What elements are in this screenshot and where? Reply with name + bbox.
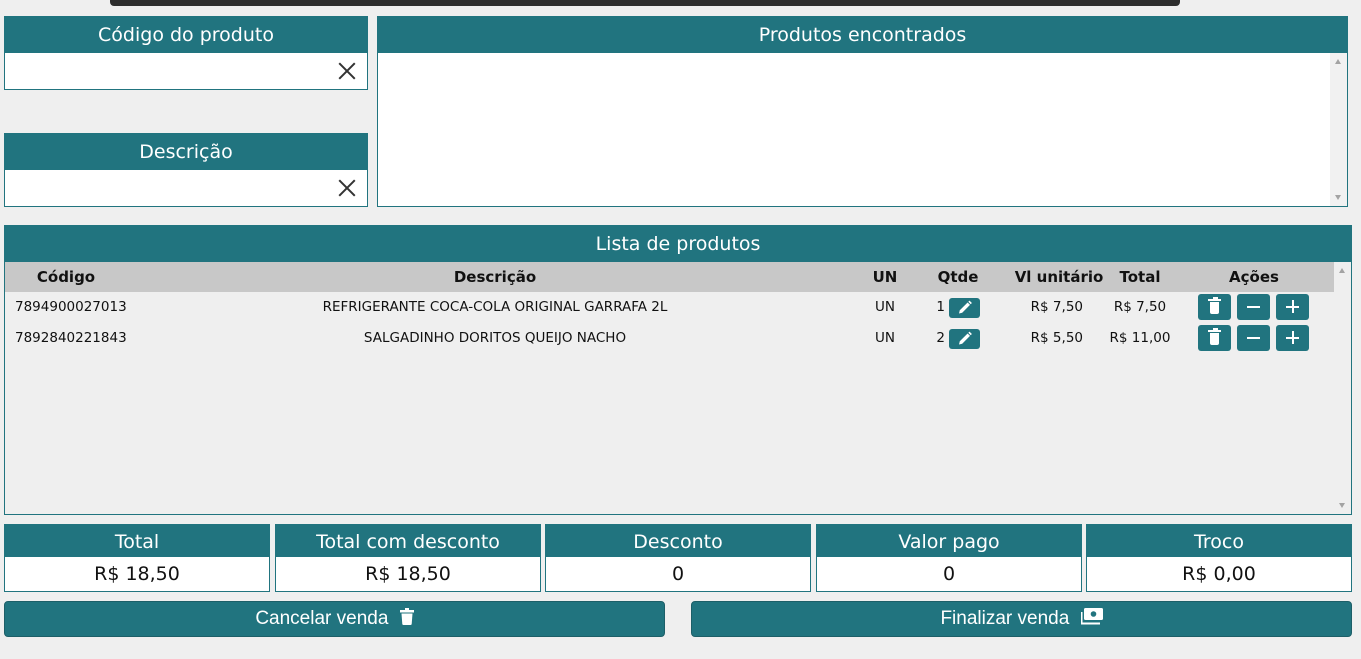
summary-total: Total R$ 18,50 [4,524,270,592]
summary-discount-label: Desconto [546,525,810,557]
pencil-icon [959,300,972,314]
column-header-unit: UN [872,268,898,286]
row-code: 7892840221843 [15,330,127,346]
money-bill-icon [1080,608,1103,625]
column-header-total: Total [1119,268,1161,286]
delete-item-button[interactable] [1198,325,1231,351]
column-header-qty: Qtde [937,268,979,286]
product-code-label: Código do produto [5,17,367,53]
summary-total-label: Total [5,525,269,557]
summary-total-with-discount-value: R$ 18,50 [276,557,540,591]
row-unit-price: R$ 5,50 [1030,330,1083,346]
cancel-sale-label: Cancelar venda [255,608,389,629]
table-header: Código Descrição UN Qtde Vl unitário Tot… [5,262,1334,292]
scroll-up-icon[interactable] [1339,268,1345,273]
found-products-scrollbar[interactable] [1330,53,1347,206]
summary-discount: Desconto 0 [545,524,811,592]
pencil-icon [959,331,972,345]
close-icon[interactable] [337,61,357,81]
trash-icon [399,608,414,626]
column-header-code: Código [36,268,96,286]
description-input[interactable] [5,170,367,206]
found-products-title: Produtos encontrados [378,17,1347,53]
row-description: SALGADINHO DORITOS QUEIJO NACHO [363,330,627,346]
summary-total-with-discount-label: Total com desconto [276,525,540,557]
row-code: 7894900027013 [15,299,127,315]
summary-change-label: Troco [1087,525,1351,557]
row-total: R$ 7,50 [1113,299,1167,315]
description-label: Descrição [5,134,367,170]
summary-amount-paid: Valor pago 0 [816,524,1082,592]
minus-icon [1247,306,1260,308]
row-qty: 1 [936,299,945,315]
decrease-qty-button[interactable] [1237,325,1270,351]
finish-sale-button[interactable]: Finalizar venda [691,601,1352,637]
row-unit: UN [875,299,895,315]
table-row: 7894900027013 REFRIGERANTE COCA-COLA ORI… [5,292,1334,323]
plus-icon [1286,331,1299,344]
trash-icon [1208,328,1221,345]
summary-change-value: R$ 0,00 [1087,557,1351,591]
scroll-down-icon[interactable] [1335,195,1341,200]
summary-amount-paid-value[interactable]: 0 [817,557,1081,591]
summary-discount-value[interactable]: 0 [546,557,810,591]
increase-qty-button[interactable] [1276,325,1309,351]
scroll-down-icon[interactable] [1339,503,1345,508]
row-total: R$ 11,00 [1109,330,1171,346]
product-list-panel: Lista de produtos Código Descrição UN Qt… [4,225,1352,515]
product-code-input[interactable] [5,53,367,89]
product-list-title: Lista de produtos [5,226,1351,262]
decrease-qty-button[interactable] [1237,294,1270,320]
window-top-bar [110,0,1180,6]
finish-sale-label: Finalizar venda [940,608,1070,629]
cancel-sale-button[interactable]: Cancelar venda [4,601,665,637]
row-unit: UN [875,330,895,346]
row-unit-price: R$ 7,50 [1030,299,1083,315]
delete-item-button[interactable] [1198,294,1231,320]
summary-amount-paid-label: Valor pago [817,525,1081,557]
row-description: REFRIGERANTE COCA-COLA ORIGINAL GARRAFA … [322,299,668,315]
product-code-panel: Código do produto [4,16,368,90]
edit-qty-button[interactable] [949,329,980,349]
trash-icon [1208,297,1221,314]
minus-icon [1247,337,1260,339]
scroll-up-icon[interactable] [1335,59,1341,64]
edit-qty-button[interactable] [949,298,980,318]
column-header-actions: Ações [1229,268,1279,286]
column-header-unit-price: Vl unitário [1014,268,1104,286]
summary-change: Troco R$ 0,00 [1086,524,1352,592]
table-row: 7892840221843 SALGADINHO DORITOS QUEIJO … [5,323,1334,354]
summary-total-value: R$ 18,50 [5,557,269,591]
column-header-description: Descrição [453,268,537,286]
increase-qty-button[interactable] [1276,294,1309,320]
close-icon[interactable] [337,178,357,198]
product-list-scrollbar[interactable] [1334,262,1351,514]
description-panel: Descrição [4,133,368,207]
row-qty: 2 [936,330,945,346]
found-products-panel: Produtos encontrados [377,16,1348,207]
plus-icon [1286,300,1299,313]
summary-total-with-discount: Total com desconto R$ 18,50 [275,524,541,592]
